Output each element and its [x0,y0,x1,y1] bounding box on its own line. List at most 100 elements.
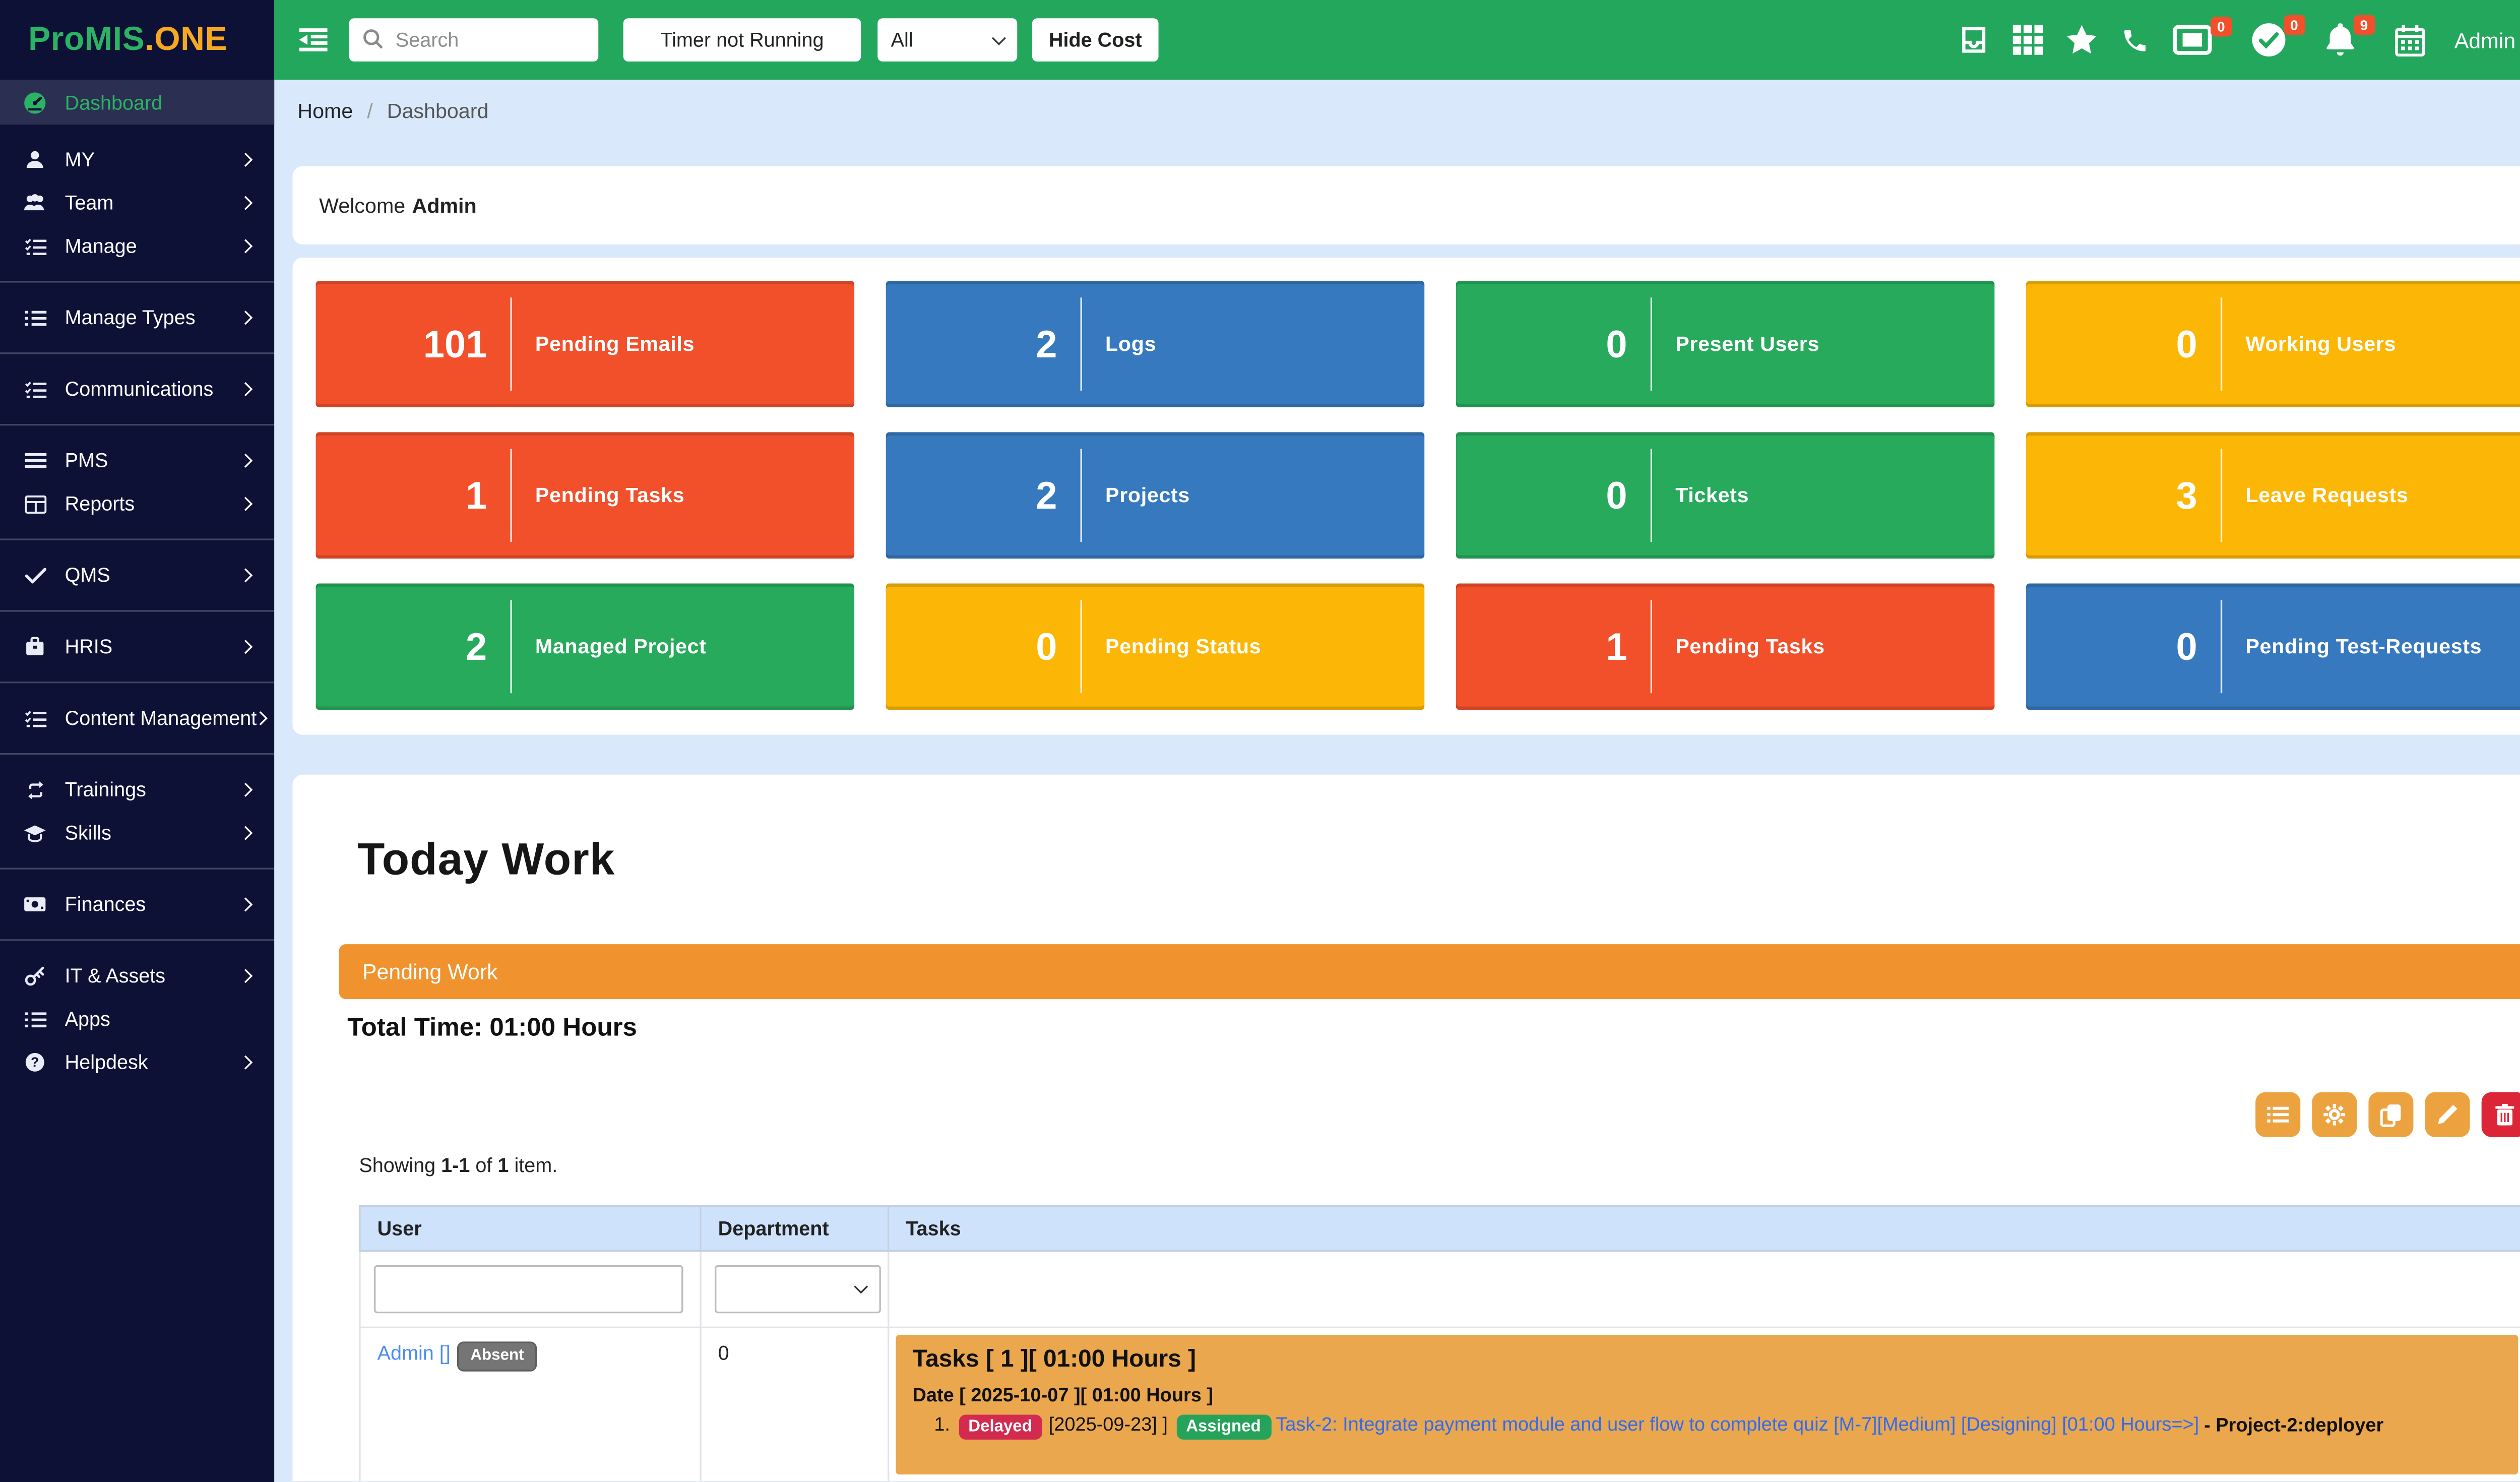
briefcase-icon [22,637,48,657]
pending-work-header[interactable]: Pending Work [339,944,2520,999]
money-icon [22,896,48,913]
sidebar-item-label: HRIS [65,635,240,658]
copy-button[interactable] [2368,1092,2413,1137]
user-cell: Admin []Absent [360,1327,701,1481]
stat-tile-pending-emails[interactable]: 101Pending Emails [316,281,854,407]
stat-label: Pending Tasks [512,484,685,507]
bars-icon [22,452,48,469]
column-header-user[interactable]: User [360,1206,701,1251]
breadcrumb-separator: / [367,100,372,123]
hide-cost-button[interactable]: Hide Cost [1032,18,1159,61]
sidebar-item-helpdesk[interactable]: ? Helpdesk [0,1040,274,1084]
user-menu[interactable]: Admin [2454,27,2520,52]
sidebar-group-content: Content Management [0,682,274,753]
sidebar-item-label: Finances [65,893,240,916]
sidebar-group-my: MY Team Manage [0,125,274,281]
check-circle-icon[interactable]: 0 [2251,23,2285,56]
tasks-summary-title: Tasks [ 1 ][ 01:00 Hours ] [913,1346,2502,1373]
sidebar-item-dashboard[interactable]: Dashboard [0,80,274,125]
settings-button[interactable] [2312,1092,2357,1137]
task-link[interactable]: Task-2: Integrate payment module and use… [1276,1415,2199,1436]
user-filter-input[interactable] [374,1265,683,1314]
sidebar-item-pms[interactable]: PMS [0,439,274,482]
table-filter-row [360,1251,2520,1328]
stat-tile-logs[interactable]: 2Logs [886,281,1424,407]
user-link[interactable]: Admin [] [377,1341,451,1365]
column-header-tasks[interactable]: Tasks [889,1206,2520,1251]
inbox-icon[interactable] [1958,25,1989,54]
stat-label: Pending Emails [512,333,695,356]
stat-tile-managed-project[interactable]: 2Managed Project [316,584,854,710]
delayed-badge: Delayed [959,1414,1042,1439]
sidebar-item-label: Content Management [65,707,257,730]
stat-value: 1 [1456,624,1651,669]
sidebar-item-label: Trainings [65,778,240,801]
stat-tile-tickets[interactable]: 0Tickets [1456,432,1994,559]
stat-tile-pending-test-requests[interactable]: 0Pending Test-Requests [2026,584,2520,710]
sidebar-item-label: Manage Types [65,306,240,329]
main-content: Home / Dashboard ? Welcome Admin 101Pend… [274,80,2520,1482]
sidebar-item-qms[interactable]: QMS [0,553,274,597]
chevron-right-icon [238,153,251,166]
phone-icon[interactable] [2120,26,2149,54]
bell-badge: 9 [2353,15,2374,34]
column-header-department[interactable]: Department [701,1206,889,1251]
sidebar-item-apps[interactable]: Apps [0,998,274,1041]
stat-tile-leave-requests[interactable]: 3Leave Requests [2026,432,2520,559]
sidebar-item-content-management[interactable]: Content Management [0,697,274,740]
welcome-user: Admin [412,194,476,217]
bell-icon[interactable]: 9 [2324,23,2354,56]
today-work-title: Today Work [357,835,615,886]
department-filter-select[interactable] [715,1265,881,1314]
stat-tile-present-users[interactable]: 0Present Users [1456,281,1994,407]
sidebar-item-communications[interactable]: Communications [0,367,274,411]
calendar-icon[interactable] [2395,24,2424,56]
table-actions [2255,1092,2520,1137]
sidebar-item-manage[interactable]: Manage [0,224,274,268]
stat-tile-pending-tasks[interactable]: 1Pending Tasks [316,432,854,559]
task-project-suffix: - Project-2:deployer [2204,1415,2383,1436]
filter-select-value: All [891,28,994,51]
topbar-right: 0 0 9 Admin [1958,0,2520,80]
sidebar-group-trainings: Trainings Skills [0,753,274,868]
card-icon[interactable]: 0 [2172,25,2212,54]
sidebar-item-my[interactable]: MY [0,138,274,181]
stat-tile-projects[interactable]: 2Projects [886,432,1424,559]
star-icon[interactable] [2065,25,2097,54]
stat-label: Pending Test-Requests [2222,635,2482,658]
sidebar-item-skills[interactable]: Skills [0,811,274,854]
sidebar-toggle-icon[interactable] [299,28,328,51]
sidebar-item-manage-types[interactable]: Manage Types [0,296,274,339]
card-badge: 0 [2211,17,2232,36]
chevron-right-icon [238,826,251,839]
chevron-right-icon [238,454,251,467]
breadcrumb-home[interactable]: Home [297,100,353,123]
grid-icon[interactable] [2012,25,2042,54]
chevron-right-icon [238,569,251,582]
stat-tile-pending-tasks-2[interactable]: 1Pending Tasks [1456,584,1994,710]
timer-button[interactable]: Timer not Running [623,18,861,61]
sidebar-group-finances: Finances [0,868,274,939]
stat-value: 1 [316,473,511,518]
search-input[interactable] [349,18,599,61]
delete-trash-button[interactable] [2482,1092,2520,1137]
sidebar-item-hris[interactable]: HRIS [0,625,274,668]
key-icon [22,966,48,986]
stat-tile-pending-status[interactable]: 0Pending Status [886,584,1424,710]
sidebar-item-finances[interactable]: Finances [0,883,274,926]
stat-tile-working-users[interactable]: 0Working Users [2026,281,2520,407]
brand-logo[interactable]: ProMIS.ONE [0,0,274,80]
edit-pencil-button[interactable] [2425,1092,2470,1137]
welcome-prefix: Welcome [319,194,405,217]
app-root: ProMIS.ONE Dashboard MY Team [0,0,2520,1482]
sidebar-item-reports[interactable]: Reports [0,482,274,525]
stat-label: Managed Project [512,635,707,658]
sidebar-item-team[interactable]: Team [0,181,274,224]
stat-value: 2 [316,624,511,669]
sidebar-item-trainings[interactable]: Trainings [0,768,274,812]
sidebar-item-it-assets[interactable]: IT & Assets [0,954,274,998]
stat-label: Leave Requests [2222,484,2408,507]
list-view-button[interactable] [2255,1092,2300,1137]
filter-select[interactable]: All [877,18,1017,61]
sidebar-item-label: QMS [65,564,240,587]
